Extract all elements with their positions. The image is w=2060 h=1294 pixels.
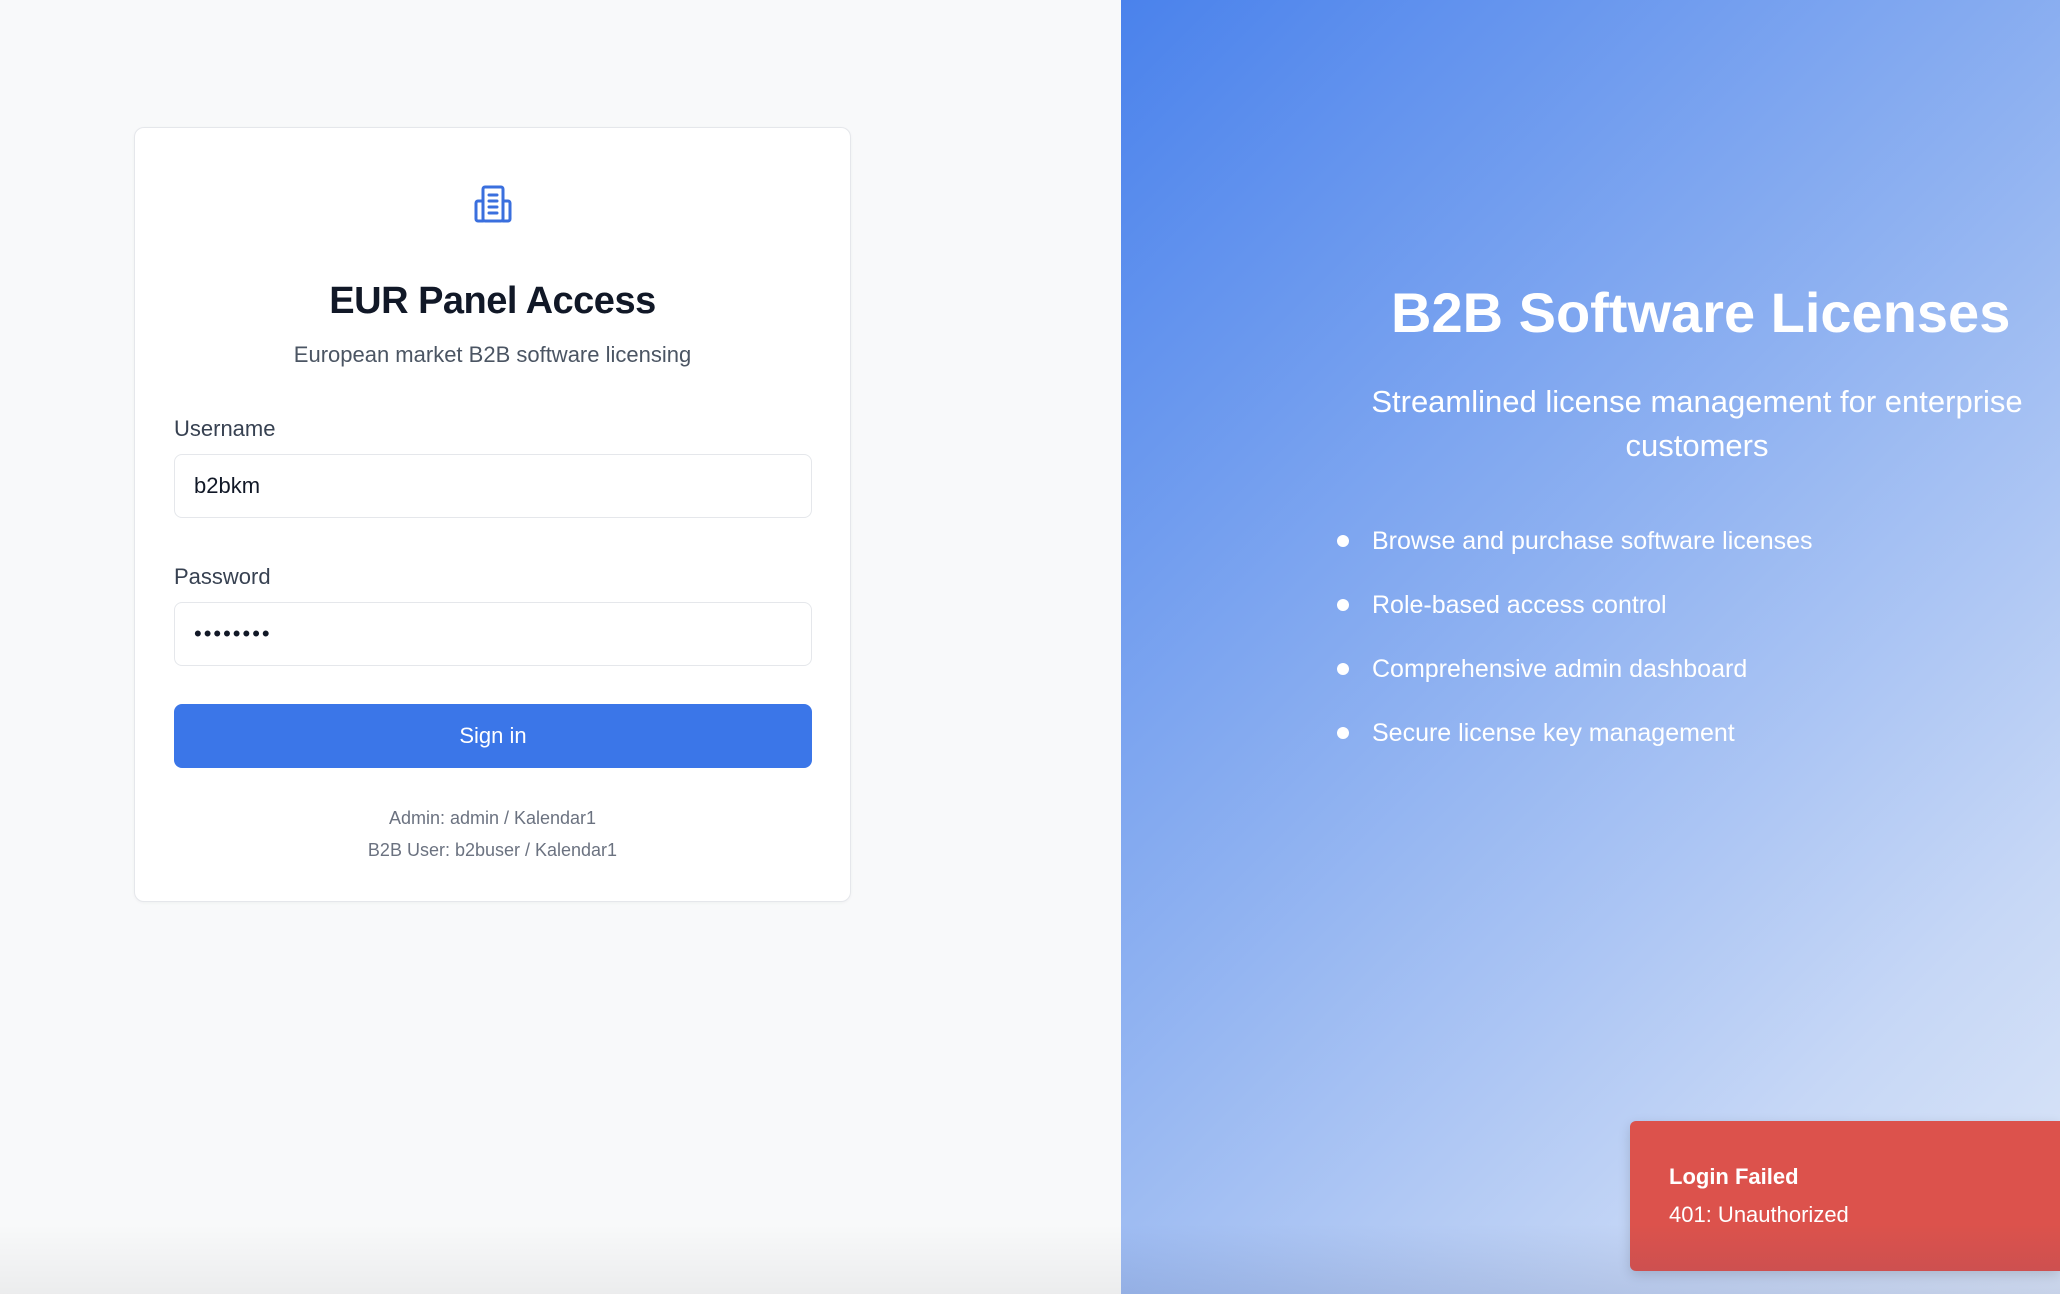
page-title: EUR Panel Access [329,280,656,322]
hero-panel: B2B Software Licenses Streamlined licens… [1121,0,2060,1294]
bullet-icon [1337,663,1349,675]
bottom-shade [1121,1224,2060,1294]
page-subtitle: European market B2B software licensing [293,342,692,367]
username-label: Username [174,416,276,441]
feature-item: Secure license key management [1337,712,1813,776]
feature-text: Browse and purchase software licenses [1372,527,1813,555]
password-input[interactable] [174,602,812,666]
bullet-icon [1337,599,1349,611]
hero-subtitle: Streamlined license management for enter… [1371,384,2023,463]
bullet-icon [1337,535,1349,547]
feature-item: Comprehensive admin dashboard [1337,648,1813,712]
login-panel: EUR Panel Access European market B2B sof… [0,0,1121,1294]
feature-text: Role-based access control [1372,591,1667,619]
feature-item: Role-based access control [1337,584,1813,648]
bullet-icon [1337,727,1349,739]
bottom-shade [0,1224,1121,1294]
feature-item: Browse and purchase software licenses [1337,520,1813,584]
feature-text: Secure license key management [1372,719,1735,747]
feature-list: Browse and purchase software licenses Ro… [1337,520,1813,776]
sign-in-button[interactable]: Sign in [174,704,812,768]
toast-title: Login Failed [1669,1164,1799,1189]
login-card: EUR Panel Access European market B2B sof… [134,127,851,902]
b2b-user-credentials-hint: B2B User: b2buser / Kalendar1 [367,840,618,860]
login-page: EUR Panel Access European market B2B sof… [0,0,2060,1294]
building-icon [474,184,512,224]
admin-credentials-hint: Admin: admin / Kalendar1 [388,808,597,828]
hero-title: B2B Software Licenses [1391,281,2011,344]
username-input[interactable] [174,454,812,518]
feature-text: Comprehensive admin dashboard [1372,655,1748,683]
password-label: Password [174,564,271,589]
